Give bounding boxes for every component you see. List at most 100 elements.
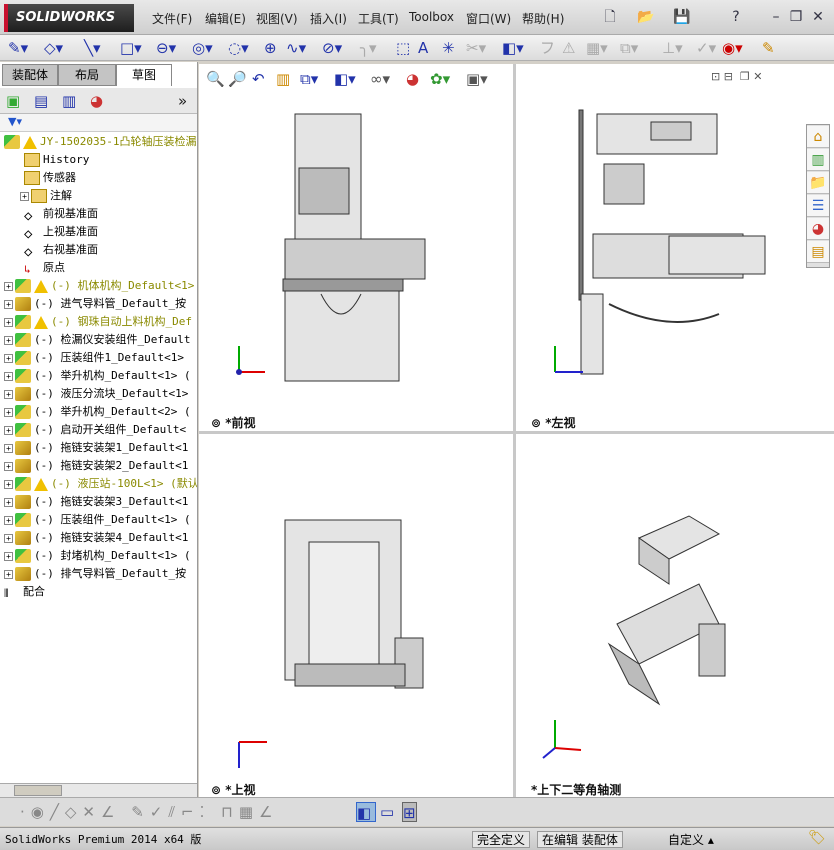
tree-item[interactable]: ↳ 原点 [0,259,197,277]
sketch-tools-icons[interactable]: ·◉╱◇✕∠ ✎✓⫽⌐⁚ ⊓▦∠ [20,802,278,822]
section-view-icon[interactable]: ▥ [276,69,290,89]
single-view-icon[interactable]: ▭ [380,802,394,822]
property-manager-icon[interactable]: ▤ [34,91,48,111]
restore-icon[interactable]: ❐ [786,7,806,27]
edit-appearance-icon[interactable]: ◕ [406,69,419,89]
home-icon[interactable]: ⌂ [807,126,829,148]
expand-icon[interactable]: + [4,461,13,471]
horizontal-scrollbar[interactable] [0,783,197,797]
fillet-icon[interactable]: ╮▾ [360,38,377,58]
tree-item[interactable]: + (-) 拖链安装架4_Default<1 [0,529,197,547]
menu-5[interactable]: Toolbox [409,10,454,24]
convert-icon[interactable]: ◧▾ [502,38,524,58]
smart-dimension-icon[interactable]: ◇▾ [44,38,63,58]
tree-item[interactable]: ◇ 上视基准面 [0,223,197,241]
repair-icon[interactable]: ✓▾ [696,38,716,58]
expand-icon[interactable]: + [4,299,13,309]
zoom-area-icon[interactable]: 🔎 [228,69,247,89]
tree-item[interactable]: + (-) 拖链安装架1_Default<1 [0,439,197,457]
tree-item[interactable]: + (-) 拖链安装架3_Default<1 [0,493,197,511]
move-icon[interactable]: ⧉▾ [620,38,638,58]
menu-0[interactable]: 文件(F) [152,10,192,27]
save-icon[interactable]: 💾 [672,7,692,27]
tree-item[interactable]: + 注解 [0,187,197,205]
solidworks-logo[interactable]: SOLIDWORKS [4,4,134,32]
tree-item[interactable]: + (-) 压装组件_Default<1> ( [0,511,197,529]
tab-layout[interactable]: 布局 [58,64,116,86]
offset-icon[interactable]: フ [540,38,555,58]
menu-7[interactable]: 帮助(H) [522,10,564,27]
tree-item[interactable]: + (-) 举升机构_Default<2> ( [0,403,197,421]
expand-icon[interactable]: + [4,407,13,417]
expand-icon[interactable]: + [4,281,13,291]
appearances-icon[interactable]: ◕ [807,218,829,240]
tree-item[interactable]: History [0,151,197,169]
menu-1[interactable]: 编辑(E) [205,10,246,27]
line-icon[interactable]: ╲▾ [84,38,101,58]
text-icon[interactable]: A [418,38,428,58]
configuration-manager-icon[interactable]: ▥ [62,91,76,111]
open-icon[interactable]: 📂 [636,7,656,27]
tree-item[interactable]: + (-) 拖链安装架2_Default<1 [0,457,197,475]
units-menu[interactable]: 自定义 ▴ [668,831,714,848]
spline-icon[interactable]: ∿▾ [286,38,306,58]
view-label-left[interactable]: ⊚ *左视 [531,414,576,431]
sketch-icon[interactable]: ✎▾ [8,38,28,58]
filter-icon[interactable]: ▼▾ [8,115,22,128]
expand-icon[interactable]: + [4,389,13,399]
tree-item[interactable]: + (-) 排气导料管_Default_按 [0,565,197,583]
expand-icon[interactable]: + [4,533,13,543]
tree-item[interactable]: + (-) 封堵机构_Default<1> ( [0,547,197,565]
viewport-window-controls[interactable]: ⊡ ⊟ ❐ ✕ [711,70,763,83]
tree-item[interactable]: + (-) 举升机构_Default<1> ( [0,367,197,385]
tree-item[interactable]: + (-) 钢珠自动上料机构_Def [0,313,197,331]
tree-item[interactable]: 传感器 [0,169,197,187]
tree-item[interactable]: + (-) 液压站-100L<1> (默认 [0,475,197,493]
new-document-icon[interactable]: 🗋 [600,7,620,27]
tree-item[interactable]: + (-) 机体机构_Default<1> [0,277,197,295]
relations-icon[interactable]: ⊥▾ [662,38,683,58]
close-icon[interactable]: ✕ [808,7,828,27]
hide-show-icon[interactable]: ∞▾ [370,69,390,89]
tree-item[interactable]: ⫴ 配合 [0,583,197,601]
view-palette-icon[interactable]: ☰ [807,195,829,217]
rapid-sketch-icon[interactable]: ✎ [762,38,775,58]
tree-item[interactable]: + (-) 进气导料管_Default_按 [0,295,197,313]
tree-item[interactable]: ◇ 右视基准面 [0,241,197,259]
file-explorer-icon[interactable]: 📁 [807,172,829,194]
view-label-iso[interactable]: *上下二等角轴测 [531,781,621,798]
help-icon[interactable]: ? [726,7,746,27]
previous-view-icon[interactable]: ↶ [252,69,265,89]
tooltip-tag-icon[interactable]: 🏷 [808,830,826,846]
pattern-icon[interactable]: ▦▾ [586,38,608,58]
rectangle-icon[interactable]: □▾ [120,38,142,58]
circle-icon[interactable]: ◎▾ [192,38,213,58]
menu-3[interactable]: 插入(I) [310,10,347,27]
plane-icon[interactable]: ⬚ [396,38,410,58]
slot-icon[interactable]: ⊖▾ [156,38,176,58]
display-manager-icon[interactable]: ◕ [90,91,103,111]
expand-icon[interactable]: + [20,191,29,201]
feature-manager-icon[interactable]: ▣ [6,91,20,111]
arc-icon[interactable]: ◌▾ [228,38,249,58]
expand-icon[interactable]: + [4,479,13,489]
view-label-front[interactable]: ⊚ *前视 [211,414,256,431]
menu-2[interactable]: 视图(V) [256,10,298,27]
design-library-icon[interactable]: ▥ [807,149,829,171]
expand-icon[interactable]: + [4,443,13,453]
expand-panel-icon[interactable]: » [178,91,187,111]
expand-icon[interactable]: + [4,353,13,363]
expand-icon[interactable]: + [4,497,13,507]
display-style-icon[interactable]: ◧▾ [334,69,356,89]
expand-icon[interactable]: + [4,317,13,327]
view-settings-icon[interactable]: ▣▾ [466,69,488,89]
expand-icon[interactable]: + [4,551,13,561]
scrollbar-thumb[interactable] [14,785,62,796]
view-label-top[interactable]: ⊚ *上视 [211,781,256,798]
menu-6[interactable]: 窗口(W) [466,10,511,27]
shaded-view-icon[interactable]: ◧ [356,802,376,822]
tree-item[interactable]: + (-) 压装组件1_Default<1> [0,349,197,367]
expand-icon[interactable]: + [4,425,13,435]
expand-icon[interactable]: + [4,371,13,381]
zoom-to-fit-icon[interactable]: 🔍 [206,69,225,89]
